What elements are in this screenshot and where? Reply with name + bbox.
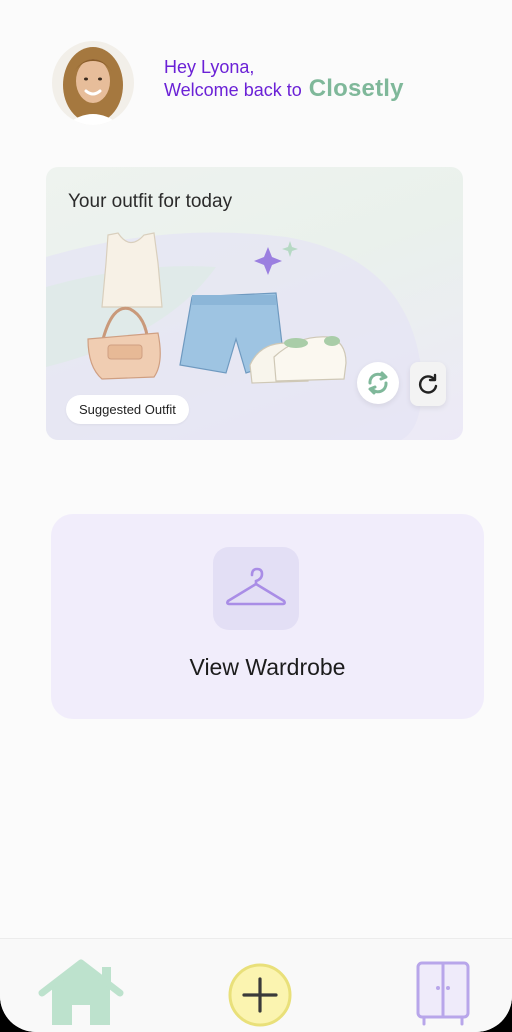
hanger-icon (226, 567, 286, 605)
outfit-card[interactable]: Your outfit for today Suggested Outfit (46, 167, 463, 440)
brand-name: Closetly (308, 75, 404, 102)
nav-wardrobe-button[interactable] (414, 960, 472, 1026)
shuffle-icon (368, 371, 388, 395)
plus-icon (228, 963, 292, 1027)
refresh-icon (419, 373, 438, 394)
greeting-text: Hey Lyona, Welcome back to Closetly (164, 56, 404, 101)
greeting-welcome-text: Welcome back to (164, 80, 302, 100)
suggested-outfit-badge: Suggested Outfit (66, 395, 189, 424)
shuffle-outfit-button[interactable] (357, 362, 399, 404)
outfit-title: Your outfit for today (68, 191, 233, 212)
wardrobe-icon (416, 961, 470, 1026)
nav-add-button[interactable] (228, 963, 292, 1027)
view-wardrobe-label: View Wardrobe (189, 654, 346, 680)
app-screen: Hey Lyona, Welcome back to Closetly Your… (0, 0, 512, 1032)
view-wardrobe-card[interactable]: View Wardrobe (51, 514, 484, 719)
home-icon (38, 959, 124, 1025)
bottom-navigation (0, 938, 512, 1032)
refresh-outfit-button[interactable] (410, 362, 446, 406)
greeting-line-welcome: Welcome back to Closetly (164, 75, 404, 102)
user-avatar[interactable] (52, 41, 134, 125)
hanger-tile (213, 547, 299, 630)
nav-home-button[interactable] (38, 959, 124, 1029)
